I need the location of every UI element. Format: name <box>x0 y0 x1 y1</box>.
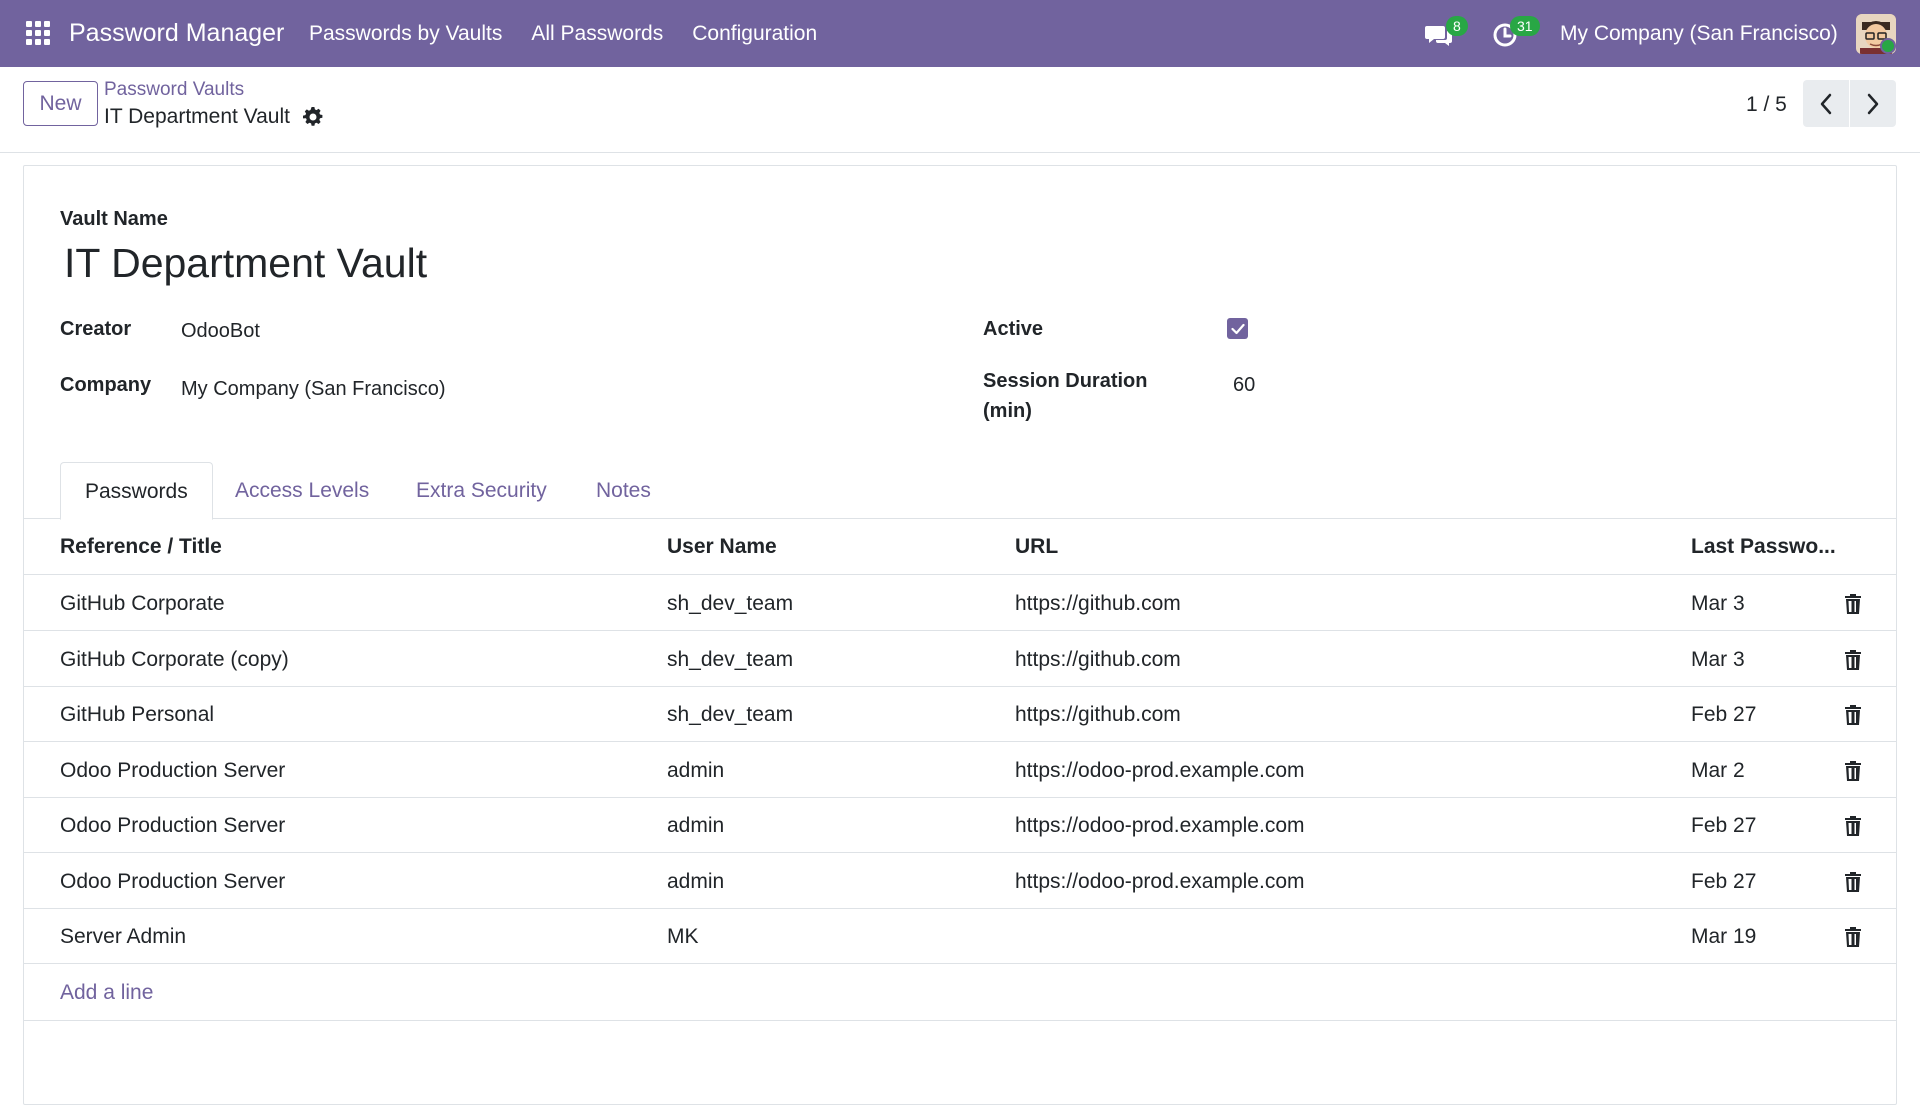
cell-last-password: Mar 3 <box>1691 648 1745 671</box>
cell-title: Odoo Production Server <box>60 870 286 893</box>
cell-user: MK <box>667 925 699 948</box>
cell-user: sh_dev_team <box>667 648 794 671</box>
table-row[interactable]: GitHub Corporate sh_dev_team https://git… <box>24 576 1896 631</box>
column-url[interactable]: URL <box>1015 519 1058 575</box>
gear-icon[interactable] <box>303 107 323 127</box>
creator-field[interactable]: OdooBot <box>181 318 260 344</box>
vault-name-field[interactable]: IT Department Vault <box>64 238 427 288</box>
chevron-left-icon <box>1820 93 1832 114</box>
table-row[interactable]: Odoo Production Server admin https://odo… <box>24 743 1896 798</box>
control-panel: New Password Vaults IT Department Vault … <box>0 67 1920 153</box>
top-navbar: Password Manager Passwords by Vaults All… <box>0 0 1920 67</box>
cell-url: https://odoo-prod.example.com <box>1015 759 1305 782</box>
table-row[interactable]: Server Admin MK Mar 19 <box>24 909 1896 964</box>
menu-passwords-by-vaults[interactable]: Passwords by Vaults <box>309 20 502 48</box>
breadcrumb-password-vaults[interactable]: Password Vaults <box>104 78 244 102</box>
breadcrumb-current-record: IT Department Vault <box>104 105 290 128</box>
new-button[interactable]: New <box>23 81 98 126</box>
activity-menu[interactable]: 31 <box>1492 16 1548 48</box>
cell-title: Odoo Production Server <box>60 759 286 782</box>
menu-all-passwords[interactable]: All Passwords <box>531 20 663 48</box>
messages-badge: 8 <box>1446 16 1468 36</box>
tab-extra-security[interactable]: Extra Security <box>416 462 547 519</box>
pager-previous-button[interactable] <box>1803 80 1849 127</box>
cell-title: GitHub Corporate <box>60 592 225 615</box>
creator-label: Creator <box>60 318 132 340</box>
table-row[interactable]: GitHub Corporate (copy) sh_dev_team http… <box>24 632 1896 687</box>
trash-icon[interactable] <box>1844 761 1862 781</box>
active-checkbox[interactable] <box>1227 318 1248 339</box>
cell-title: Server Admin <box>60 925 187 948</box>
cell-last-password: Feb 27 <box>1691 703 1757 726</box>
column-user-name[interactable]: User Name <box>667 519 777 575</box>
company-label: Company <box>60 374 152 396</box>
menu-configuration[interactable]: Configuration <box>692 20 817 48</box>
add-a-line-link[interactable]: Add a line <box>60 965 153 1021</box>
tab-passwords[interactable]: Passwords <box>60 462 213 520</box>
cell-last-password: Feb 27 <box>1691 814 1757 837</box>
app-title[interactable]: Password Manager <box>69 18 284 48</box>
table-row[interactable]: GitHub Personal sh_dev_team https://gith… <box>24 687 1896 742</box>
cell-last-password: Mar 2 <box>1691 759 1745 782</box>
session-duration-label: Session Duration (min) <box>983 368 1147 424</box>
tab-access-levels[interactable]: Access Levels <box>235 462 369 519</box>
trash-icon[interactable] <box>1844 705 1862 725</box>
cell-user: sh_dev_team <box>667 592 794 615</box>
apps-grid-icon[interactable] <box>24 19 52 47</box>
cell-title: GitHub Personal <box>60 703 215 726</box>
notebook-tabs: Passwords Access Levels Extra Security N… <box>24 462 1896 520</box>
trash-icon[interactable] <box>1844 872 1862 892</box>
cell-last-password: Mar 3 <box>1691 592 1745 615</box>
vault-name-label: Vault Name <box>60 208 168 230</box>
messaging-menu[interactable]: 8 <box>1424 16 1472 50</box>
chevron-right-icon <box>1867 93 1879 114</box>
form-sheet: Vault Name IT Department Vault Creator O… <box>23 165 1897 1105</box>
checkmark-icon <box>1230 323 1245 334</box>
add-line-row: Add a line <box>24 965 1896 1021</box>
company-switcher[interactable]: My Company (San Francisco) <box>1560 20 1838 48</box>
company-field[interactable]: My Company (San Francisco) <box>181 376 446 402</box>
cell-user: admin <box>667 870 725 893</box>
column-last-password[interactable]: Last Passwo... <box>1691 519 1836 575</box>
cell-last-password: Mar 19 <box>1691 925 1757 948</box>
trash-icon[interactable] <box>1844 927 1862 947</box>
online-status-dot <box>1880 38 1896 54</box>
cell-last-password: Feb 27 <box>1691 870 1757 893</box>
cell-url: https://github.com <box>1015 648 1181 671</box>
active-label: Active <box>983 318 1044 340</box>
pager-value[interactable]: 1 / 5 <box>1746 92 1787 118</box>
cell-title: GitHub Corporate (copy) <box>60 648 289 671</box>
table-header: Reference / Title User Name URL Last Pas… <box>24 519 1896 575</box>
cell-user: sh_dev_team <box>667 703 794 726</box>
table-row[interactable]: Odoo Production Server admin https://odo… <box>24 854 1896 909</box>
table-row[interactable]: Odoo Production Server admin https://odo… <box>24 798 1896 853</box>
session-duration-label-line1: Session Duration <box>983 370 1148 392</box>
cell-url: https://odoo-prod.example.com <box>1015 870 1305 893</box>
trash-icon[interactable] <box>1844 816 1862 836</box>
cell-user: admin <box>667 759 725 782</box>
main-menu: Passwords by Vaults All Passwords Config… <box>309 20 846 48</box>
pager-next-button[interactable] <box>1850 80 1896 127</box>
cell-user: admin <box>667 814 725 837</box>
session-duration-label-line2: (min) <box>983 400 1032 422</box>
trash-icon[interactable] <box>1844 594 1862 614</box>
cell-url: https://odoo-prod.example.com <box>1015 814 1305 837</box>
column-reference-title[interactable]: Reference / Title <box>60 519 222 575</box>
tab-notes[interactable]: Notes <box>596 462 651 519</box>
cell-title: Odoo Production Server <box>60 814 286 837</box>
activities-badge: 31 <box>1510 16 1540 36</box>
cell-url: https://github.com <box>1015 703 1181 726</box>
cell-url: https://github.com <box>1015 592 1181 615</box>
session-duration-field[interactable]: 60 <box>1233 372 1255 398</box>
trash-icon[interactable] <box>1844 650 1862 670</box>
